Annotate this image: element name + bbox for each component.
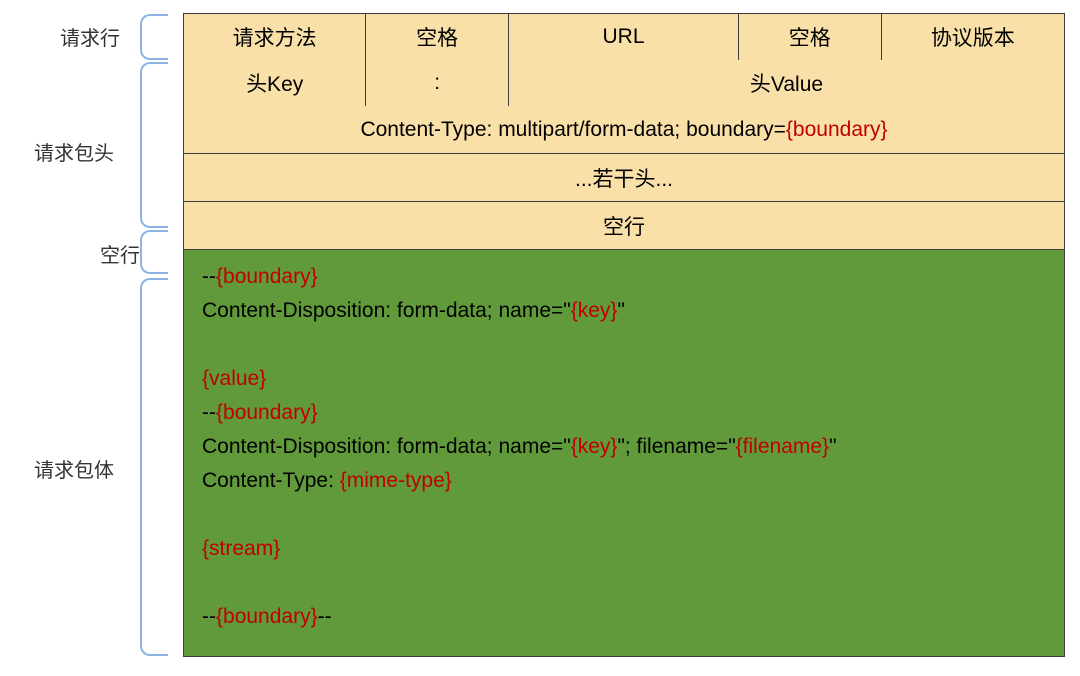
body-dash3a: -- [202, 605, 216, 628]
body-cd2-prefix: Content-Disposition: form-data; name=" [202, 435, 571, 458]
body-ct-mime: {mime-type} [340, 469, 452, 492]
http-diagram: 请求方法 空格 URL 空格 协议版本 头Key : 头Value Conten… [183, 13, 1065, 657]
cell-url: URL [509, 14, 739, 60]
request-line-row: 请求方法 空格 URL 空格 协议版本 [184, 14, 1064, 60]
label-request-body: 请求包体 [14, 454, 114, 483]
body-cd2-filename: {filename} [736, 435, 829, 458]
body-dash3b: -- [318, 605, 332, 628]
body-cd2-mid: "; filename=" [617, 435, 735, 458]
diagram-container: 请求行 请求包头 空行 请求包体 请求方法 空格 URL 空格 协议版本 头Ke… [0, 0, 1080, 676]
header-kv-row: 头Key : 头Value [184, 60, 1064, 106]
content-type-prefix: Content-Type: multipart/form-data; bound… [360, 118, 785, 142]
body-boundary1: {boundary} [216, 265, 318, 288]
label-blank-line: 空行 [40, 239, 140, 268]
label-request-header: 请求包头 [14, 137, 114, 166]
body-boundary3: {boundary} [216, 605, 318, 628]
body-value: {value} [202, 362, 1046, 396]
cell-blank-line: 空行 [184, 202, 1064, 249]
body-cd2-suffix: " [829, 435, 836, 458]
blank-line-row: 空行 [184, 202, 1064, 250]
bracket-request-header [140, 62, 168, 228]
body-cd2-key: {key} [571, 435, 618, 458]
body-blank1 [202, 328, 1046, 362]
cell-version: 协议版本 [882, 14, 1064, 60]
bracket-blank-line [140, 230, 168, 274]
request-body-row: --{boundary}Content-Disposition: form-da… [184, 250, 1064, 656]
body-stream: {stream} [202, 532, 1046, 566]
bracket-request-line [140, 14, 168, 60]
body-ct-prefix: Content-Type: [202, 469, 340, 492]
body-dash1: -- [202, 265, 216, 288]
body-cd1-prefix: Content-Disposition: form-data; name=" [202, 299, 571, 322]
body-blank2 [202, 498, 1046, 532]
bracket-request-body [140, 278, 168, 656]
cell-method: 请求方法 [184, 14, 366, 60]
label-request-line: 请求行 [20, 22, 120, 51]
body-dash2: -- [202, 401, 216, 424]
content-type-boundary: {boundary} [786, 118, 888, 142]
cell-header-key: 头Key [184, 60, 366, 106]
content-type-row: Content-Type: multipart/form-data; bound… [184, 106, 1064, 154]
cell-space1: 空格 [366, 14, 509, 60]
more-headers-row: ...若干头... [184, 154, 1064, 202]
body-blank3 [202, 566, 1046, 600]
body-cd1-key: {key} [571, 299, 618, 322]
body-cd1-suffix: " [617, 299, 624, 322]
cell-space2: 空格 [739, 14, 882, 60]
cell-header-value: 头Value [509, 60, 1064, 106]
cell-more-headers: ...若干头... [184, 154, 1064, 201]
cell-content-type: Content-Type: multipart/form-data; bound… [184, 106, 1064, 153]
body-boundary2: {boundary} [216, 401, 318, 424]
cell-colon: : [366, 60, 509, 106]
